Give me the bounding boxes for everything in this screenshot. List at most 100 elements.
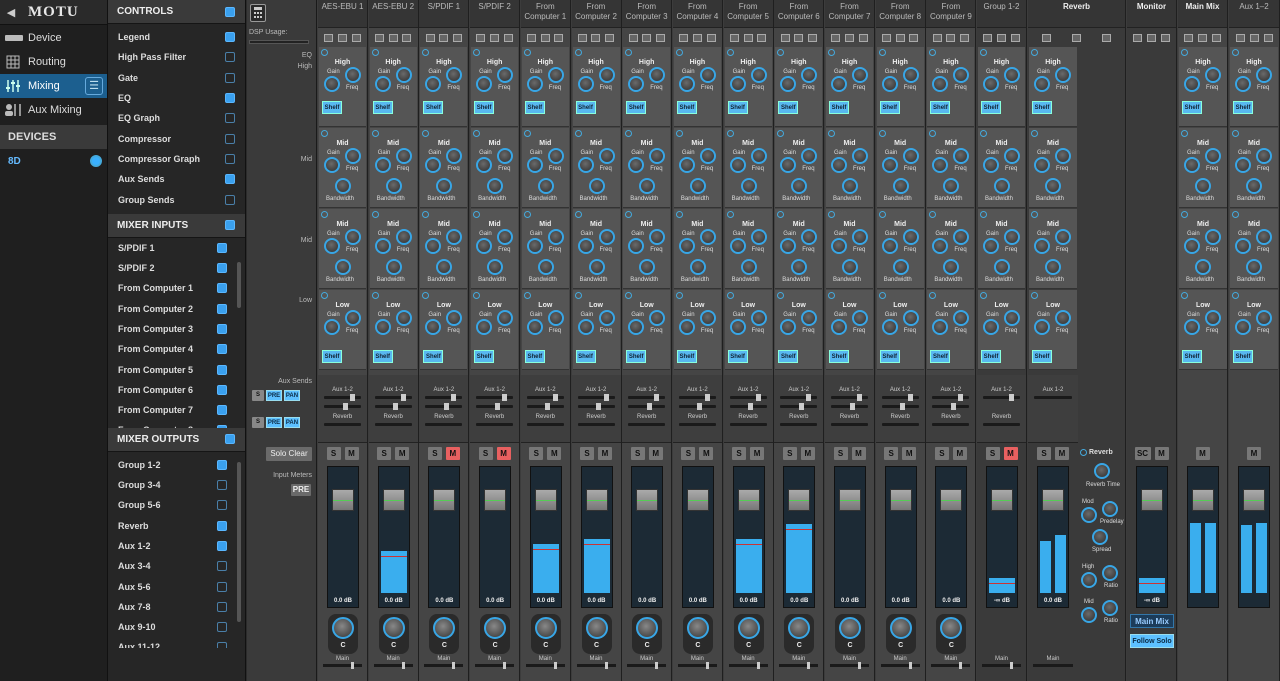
solo-button[interactable]: S <box>529 447 544 460</box>
bandwidth-knob[interactable] <box>791 259 808 275</box>
mute-button[interactable]: M <box>496 447 511 460</box>
mid-knob[interactable] <box>1081 607 1097 623</box>
solo-button[interactable]: S <box>833 447 848 460</box>
freq-knob[interactable] <box>547 310 564 326</box>
pan-knob[interactable] <box>433 617 456 639</box>
pan-knob[interactable] <box>839 617 861 639</box>
gain-knob[interactable] <box>831 76 847 92</box>
link-icon[interactable] <box>692 34 702 42</box>
fader-cap[interactable] <box>1243 489 1265 511</box>
link-icon[interactable] <box>1146 34 1156 42</box>
band-power-icon[interactable] <box>371 211 379 218</box>
mute-button[interactable]: M <box>1003 447 1018 460</box>
control-checkbox[interactable] <box>225 153 235 164</box>
band-power-icon[interactable] <box>675 211 683 218</box>
aux-pan-slider[interactable] <box>831 403 868 410</box>
freq-knob[interactable] <box>699 148 716 164</box>
control-checkbox[interactable] <box>225 93 235 104</box>
mic-icon[interactable] <box>324 34 334 42</box>
band-power-icon[interactable] <box>1181 292 1188 299</box>
predelay-knob[interactable] <box>1102 501 1118 517</box>
shelf-button[interactable]: Shelf <box>575 350 596 363</box>
mixer-output-row[interactable]: Aux 7-8 <box>108 597 245 617</box>
bandwidth-knob[interactable] <box>436 259 453 275</box>
slider-thumb[interactable] <box>857 394 862 401</box>
slider-thumb[interactable] <box>545 403 551 410</box>
gain-knob[interactable] <box>476 157 493 173</box>
slider-thumb[interactable] <box>503 662 507 669</box>
shelf-button[interactable]: Shelf <box>372 101 393 114</box>
gain-knob[interactable] <box>425 157 442 173</box>
freq-knob[interactable] <box>395 148 412 164</box>
control-checkbox[interactable] <box>225 52 235 63</box>
control-checkbox[interactable] <box>225 113 235 124</box>
band-power-icon[interactable] <box>980 130 987 137</box>
band-power-icon[interactable] <box>878 49 886 56</box>
slider-thumb[interactable] <box>1009 394 1014 401</box>
gain-knob[interactable] <box>577 76 594 92</box>
control-checkbox[interactable] <box>225 174 235 185</box>
input-meters-pre-button[interactable]: PRE <box>291 484 311 496</box>
mixer-output-row[interactable]: Aux 1-2 <box>108 536 245 556</box>
freq-knob[interactable] <box>446 67 463 83</box>
band-power-icon[interactable] <box>675 292 683 299</box>
band-power-icon[interactable] <box>371 292 379 299</box>
band-power-icon[interactable] <box>1031 292 1038 299</box>
band-power-icon[interactable] <box>473 292 481 299</box>
aux-pan-slider[interactable] <box>729 403 767 410</box>
mic-icon[interactable] <box>1133 34 1143 42</box>
shelf-button[interactable]: Shelf <box>879 350 900 363</box>
freq-knob[interactable] <box>852 148 868 164</box>
band-power-icon[interactable] <box>878 292 886 299</box>
gain-knob[interactable] <box>425 76 442 92</box>
slider-thumb[interactable] <box>552 394 558 401</box>
gain-knob[interactable] <box>678 238 695 254</box>
shelf-button[interactable]: Shelf <box>524 101 545 114</box>
mixer-input-checkbox[interactable] <box>217 405 227 416</box>
band-power-icon[interactable] <box>878 130 886 137</box>
band-power-icon[interactable] <box>980 211 987 218</box>
link-icon[interactable] <box>439 34 449 42</box>
fader-cap[interactable] <box>585 489 608 511</box>
gain-knob[interactable] <box>983 157 999 173</box>
mixer-input-checkbox[interactable] <box>217 242 227 253</box>
gain-knob[interactable] <box>780 238 797 254</box>
shelf-button[interactable]: Shelf <box>626 350 647 363</box>
main-send-slider[interactable] <box>982 662 1021 669</box>
mixer-input-checkbox[interactable] <box>217 324 227 334</box>
gain-knob[interactable] <box>1235 76 1251 92</box>
bandwidth-knob[interactable] <box>1195 259 1211 275</box>
mixer-input-checkbox[interactable] <box>217 283 227 294</box>
solo-button[interactable]: S <box>934 447 949 460</box>
aux-send-slider[interactable] <box>425 394 463 401</box>
bandwidth-knob[interactable] <box>487 259 504 275</box>
aux-pan-slider[interactable] <box>476 403 514 410</box>
gain-knob[interactable] <box>678 157 695 173</box>
slider-thumb[interactable] <box>603 394 609 401</box>
channel-fader[interactable]: 0.0 dB <box>428 466 461 608</box>
aux-send-slider[interactable] <box>577 394 615 401</box>
freq-knob[interactable] <box>497 229 514 245</box>
bandwidth-knob[interactable] <box>892 178 909 194</box>
mixer-output-checkbox[interactable] <box>217 581 227 592</box>
mic-icon[interactable] <box>628 34 638 42</box>
band-power-icon[interactable] <box>1031 211 1038 218</box>
gain-knob[interactable] <box>526 238 543 254</box>
control-checkbox[interactable] <box>225 72 235 83</box>
aux-send-slider[interactable] <box>628 394 666 401</box>
reverb-send-slider[interactable] <box>678 423 716 426</box>
band-power-icon[interactable] <box>625 211 633 218</box>
mixer-input-checkbox[interactable] <box>217 344 227 355</box>
freq-knob[interactable] <box>1055 148 1071 164</box>
bandwidth-knob[interactable] <box>689 259 706 275</box>
solo-button[interactable]: S <box>782 447 797 460</box>
nav-item-routing[interactable]: Routing <box>0 50 107 74</box>
fader-cap[interactable] <box>889 489 912 511</box>
nav-item-aux-mixing[interactable]: Aux Mixing <box>0 98 107 122</box>
mixer-output-checkbox[interactable] <box>217 622 227 633</box>
freq-knob[interactable] <box>953 229 970 245</box>
mixer-inputs-all-checkbox[interactable] <box>225 220 235 231</box>
slider-thumb[interactable] <box>393 403 399 410</box>
reverb-send-slider[interactable] <box>476 423 514 426</box>
shelf-button[interactable]: Shelf <box>930 350 951 363</box>
